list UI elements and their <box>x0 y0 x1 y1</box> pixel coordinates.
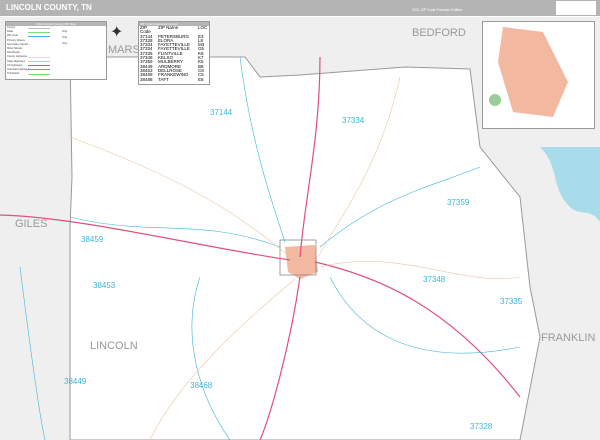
legend-item: County Highways <box>7 55 28 59</box>
inset-map-fayetteville[interactable] <box>482 21 595 129</box>
zip-label: 38459 <box>81 235 104 244</box>
inset-park <box>489 94 501 106</box>
legend-item: Minor Streets <box>7 46 23 50</box>
zip-cell: TAFT <box>158 76 169 82</box>
zip-cell: E8 <box>198 76 204 82</box>
map-legend: 2021 Lincoln County ZIP Map County State… <box>5 21 107 80</box>
zip-label: 38468 <box>190 381 213 390</box>
county-label-giles: GILES <box>15 218 48 230</box>
header-bar: LINCOLN COUNTY, TN 2021 ZIP Code Premium… <box>0 0 600 16</box>
legend-item: County <box>7 26 16 29</box>
zip-cell: 38488 <box>140 76 153 82</box>
zip-label: 37328 <box>470 422 493 431</box>
zip-table-row: 38488 TAFT E8 <box>139 76 209 82</box>
zip-label: 37359 <box>447 198 470 207</box>
county-label-marshall: MARS <box>108 44 140 56</box>
legend-item: Rail Roads <box>7 51 20 55</box>
zip-label: 38449 <box>64 377 87 386</box>
zip-label: 37348 <box>423 275 446 284</box>
zip-label: 38453 <box>93 281 116 290</box>
legend-item: State Highways <box>7 59 26 63</box>
legend-item: Interstate Highways <box>7 67 30 71</box>
zip-index-table: ZIP Code Index/Grid Locator ZIP Code ZIP … <box>138 21 210 85</box>
compass-rose-icon: ✦ <box>110 24 124 41</box>
legend-item: Secondary Streets <box>7 42 29 46</box>
edition-label: 2021 ZIP Code Premium Edition <box>412 8 463 12</box>
zip-label: 37335 <box>500 297 523 306</box>
inset-urban <box>498 27 568 117</box>
legend-item: US Highways <box>7 63 23 67</box>
publisher-logo <box>556 1 596 15</box>
legend-item: Toll Roads <box>7 72 20 76</box>
legend-item: ZIP Code <box>7 34 18 38</box>
legend-city-label: City <box>62 41 68 45</box>
legend-item: State <box>7 30 14 34</box>
county-label-franklin: FRANKLIN <box>541 332 596 344</box>
zip-label: 37334 <box>342 116 365 125</box>
zip-label: 37144 <box>210 108 233 117</box>
legend-item: Primary Streets <box>7 38 25 42</box>
county-label-bedford: BEDFORD <box>412 27 466 39</box>
county-label-lincoln: LINCOLN <box>90 340 138 352</box>
map-title: LINCOLN COUNTY, TN <box>6 3 92 12</box>
